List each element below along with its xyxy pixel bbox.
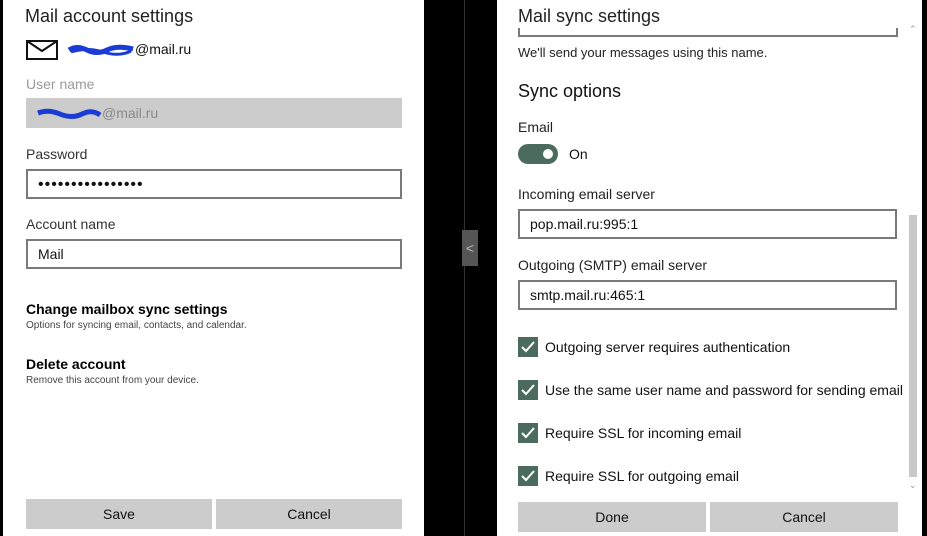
redaction-scribble	[67, 45, 134, 57]
account-name-value: Mail	[38, 246, 64, 262]
save-button[interactable]: Save	[26, 499, 212, 529]
redaction-scribble	[37, 109, 102, 120]
send-name-note: We'll send your messages using this name…	[518, 45, 768, 60]
outgoing-auth-checkbox[interactable]	[518, 337, 538, 357]
dialog-title: Mail sync settings	[518, 6, 661, 26]
delete-account-description: Remove this account from your device.	[26, 375, 199, 386]
delete-account-link[interactable]: Delete account	[26, 356, 126, 372]
account-name-label: Account name	[26, 216, 116, 232]
password-value: ••••••••••••••••	[38, 176, 144, 193]
chevron-left-icon: <	[465, 240, 475, 256]
account-name-field[interactable]: Mail	[26, 239, 402, 269]
cancel-button[interactable]: Cancel	[710, 502, 898, 532]
mail-sync-settings-dialog: Mail sync settings We'll send your messa…	[497, 0, 922, 536]
same-credentials-checkbox[interactable]	[518, 380, 538, 400]
cancel-button[interactable]: Cancel	[216, 499, 402, 529]
user-name-domain: @mail.ru	[102, 105, 159, 121]
ssl-outgoing-checkbox[interactable]	[518, 466, 538, 486]
account-email: @mail.ru	[67, 41, 191, 57]
password-label: Password	[26, 146, 88, 162]
window-divider	[464, 0, 465, 536]
incoming-server-label: Incoming email server	[518, 186, 655, 202]
checkmark-icon	[521, 470, 535, 482]
dialog-title: Mail account settings	[25, 6, 194, 26]
mail-account-settings-dialog: Mail account settings @mail.ru User name…	[3, 0, 424, 536]
same-credentials-label[interactable]: Use the same user name and password for …	[545, 382, 903, 398]
email-sync-toggle[interactable]	[518, 144, 558, 164]
sync-options-heading: Sync options	[518, 81, 622, 101]
incoming-server-value: pop.mail.ru:995:1	[530, 216, 639, 232]
user-name-field: @mail.ru	[26, 98, 402, 128]
user-name-label: User name	[26, 76, 95, 92]
change-sync-settings-link[interactable]: Change mailbox sync settings	[26, 301, 228, 317]
ssl-incoming-label[interactable]: Require SSL for incoming email	[545, 425, 741, 441]
account-email-domain: @mail.ru	[135, 41, 192, 57]
ssl-incoming-checkbox[interactable]	[518, 423, 538, 443]
mail-envelope-icon	[26, 40, 58, 60]
incoming-server-field[interactable]: pop.mail.ru:995:1	[518, 209, 897, 239]
checkmark-icon	[521, 427, 535, 439]
sender-name-field[interactable]	[518, 28, 898, 37]
password-field[interactable]: ••••••••••••••••	[26, 169, 402, 199]
scroll-up-arrow-icon[interactable]: ⌃	[909, 24, 917, 35]
checkmark-icon	[521, 341, 535, 353]
outgoing-server-value: smtp.mail.ru:465:1	[530, 287, 646, 303]
toggle-knob	[543, 149, 553, 159]
scroll-down-arrow-icon[interactable]: ⌄	[909, 480, 917, 491]
checkmark-icon	[521, 384, 535, 396]
outgoing-auth-label[interactable]: Outgoing server requires authentication	[545, 339, 790, 355]
ssl-outgoing-label[interactable]: Require SSL for outgoing email	[545, 468, 739, 484]
change-sync-settings-description: Options for syncing email, contacts, and…	[26, 320, 247, 331]
done-button[interactable]: Done	[518, 502, 706, 532]
pane-collapse-handle[interactable]: <	[462, 230, 478, 266]
outgoing-server-field[interactable]: smtp.mail.ru:465:1	[518, 280, 897, 310]
outgoing-server-label: Outgoing (SMTP) email server	[518, 257, 708, 273]
email-sync-label: Email	[518, 119, 554, 135]
scrollbar-thumb[interactable]	[909, 215, 917, 477]
email-sync-toggle-state: On	[569, 146, 588, 162]
